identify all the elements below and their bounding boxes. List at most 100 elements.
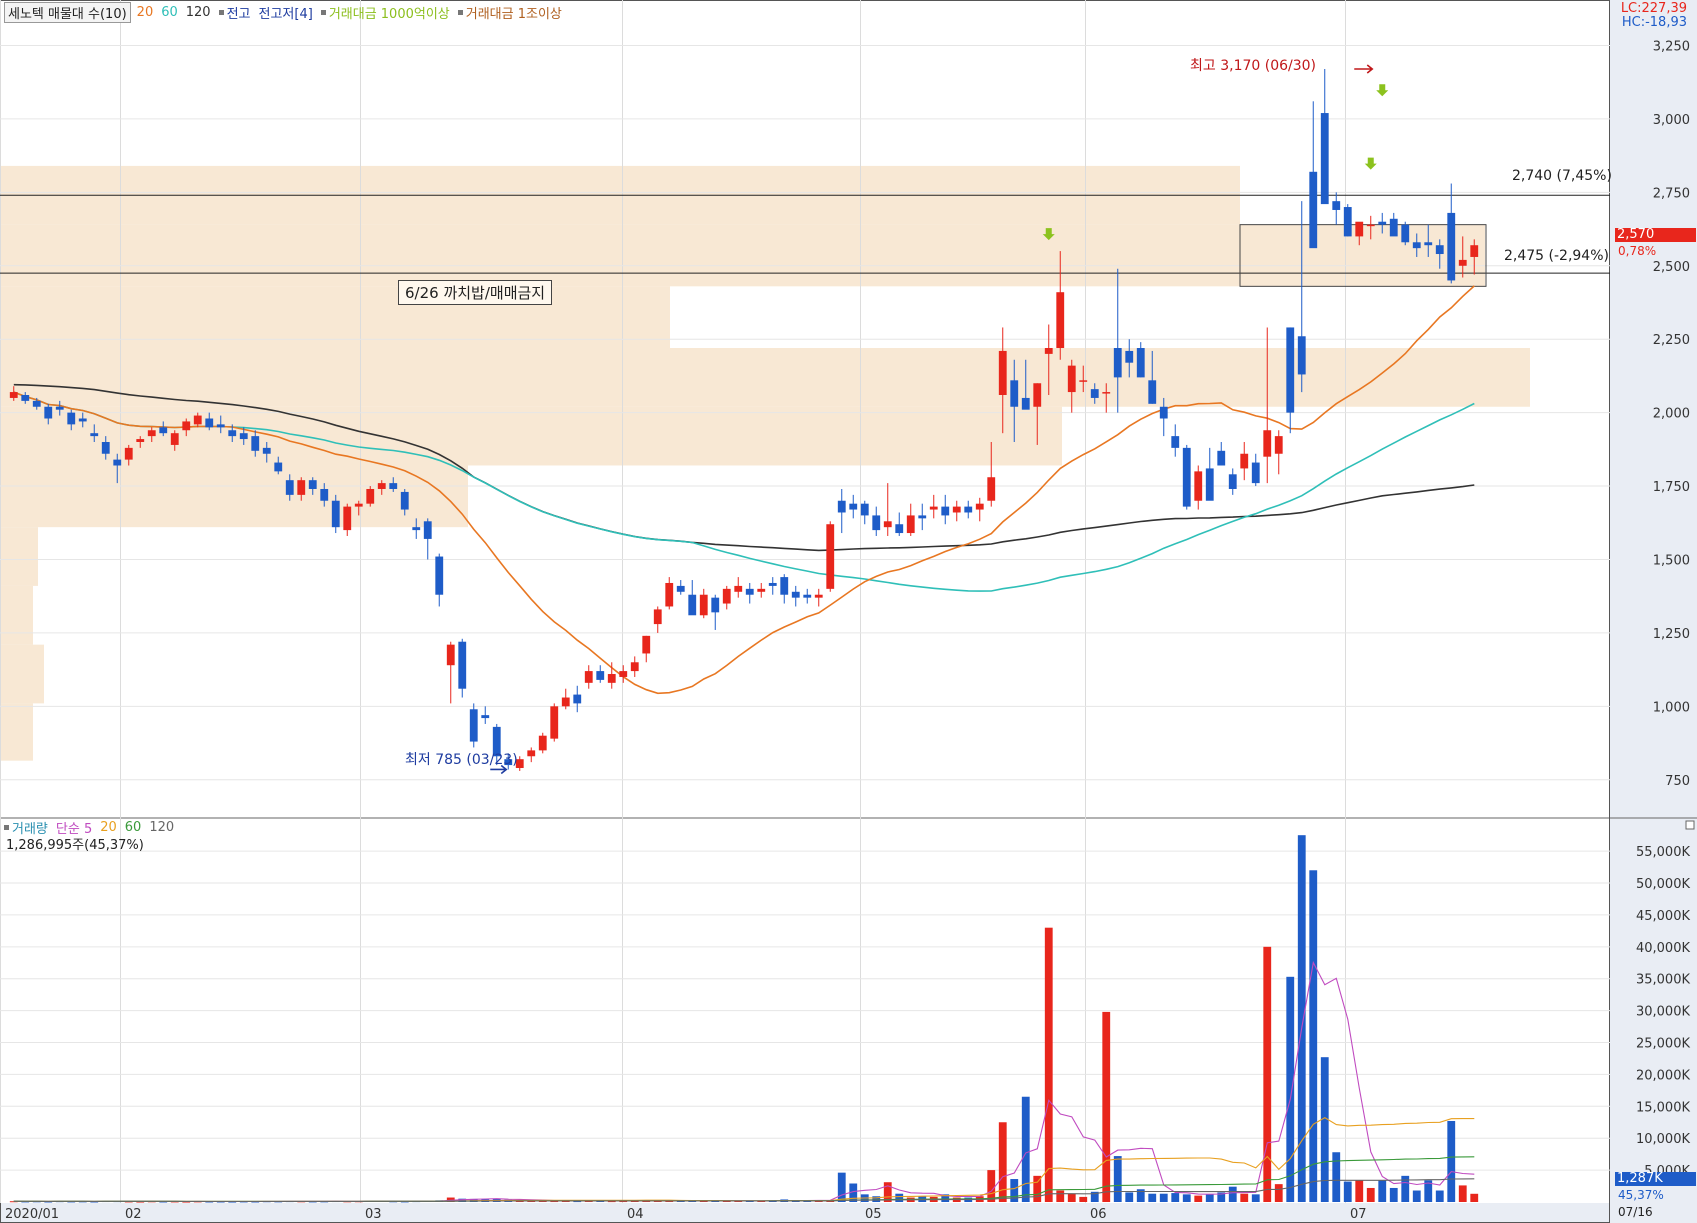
candle-body xyxy=(193,415,202,425)
legend-marker-icon xyxy=(4,825,9,830)
candle-body xyxy=(1102,392,1111,394)
volume-bar xyxy=(1228,1186,1237,1202)
candle-body xyxy=(883,521,892,528)
candle-body xyxy=(688,594,697,616)
candle-body xyxy=(1090,389,1099,398)
volume-bar xyxy=(1044,927,1053,1202)
legend-vol-ma20[interactable]: 20 xyxy=(100,820,117,835)
volume-profile-zone xyxy=(0,224,1485,287)
volume-bar xyxy=(837,1172,846,1202)
note-box[interactable]: 6/26 까치밥/매매금지 xyxy=(398,280,553,305)
legend-value-1tril[interactable]: 거래대금 1조이상 xyxy=(466,3,562,22)
legend-high-low[interactable]: 전고 xyxy=(227,3,251,22)
volume-bar xyxy=(895,1193,904,1202)
volume-bar xyxy=(1378,1180,1387,1202)
candle-body xyxy=(561,697,570,707)
candle-body xyxy=(814,594,823,598)
candle-body xyxy=(343,506,352,531)
candle-body xyxy=(1470,245,1479,257)
legend-vol-ma120[interactable]: 120 xyxy=(149,820,174,835)
volume-bar xyxy=(987,1170,996,1202)
price-tick-label: 1,000 xyxy=(1653,700,1690,715)
price-tick-label: 1,250 xyxy=(1653,627,1690,642)
legend-high-low-4[interactable]: 전고저[4] xyxy=(259,3,313,22)
legend-vol-ma60[interactable]: 60 xyxy=(125,820,142,835)
legend-ma60[interactable]: 60 xyxy=(161,5,178,20)
volume-bar xyxy=(1458,1185,1467,1202)
candle-body xyxy=(607,674,616,683)
candle-body xyxy=(1343,207,1352,237)
candle-body xyxy=(412,527,421,531)
volume-tick-label: 45,000K xyxy=(1636,909,1690,924)
volume-tick-label: 25,000K xyxy=(1636,1037,1690,1052)
low-label: 최저 785 (03/23) xyxy=(405,752,518,768)
legend-ma20[interactable]: 20 xyxy=(137,5,154,20)
candle-body xyxy=(1297,336,1306,375)
candle-body xyxy=(665,582,674,607)
candle-body xyxy=(354,503,363,507)
candle-body xyxy=(1125,350,1134,363)
legend-value-1000[interactable]: 거래대금 1000억이상 xyxy=(329,3,450,22)
volume-bar xyxy=(1125,1192,1134,1202)
candle-body xyxy=(32,400,41,407)
stock-chart: 3,250 3,000 2,750 2,500 2,250 2,000 1,750 1,500… xyxy=(0,0,1697,1223)
current-volume-pct: 45,37% xyxy=(1618,1188,1664,1202)
candle-body xyxy=(527,750,536,757)
price-tick-label: 2,000 xyxy=(1653,407,1690,422)
candle-body xyxy=(274,462,283,472)
candle-body xyxy=(803,594,812,598)
candle-body xyxy=(1320,113,1329,205)
candle-body xyxy=(1412,242,1421,249)
legend-ma120[interactable]: 120 xyxy=(186,5,211,20)
candle-body xyxy=(9,392,18,398)
candle-body xyxy=(1274,436,1283,454)
candle-body xyxy=(745,588,754,595)
volume-tick-label: 35,000K xyxy=(1636,973,1690,988)
volume-tick-label: 10,000K xyxy=(1636,1132,1690,1147)
candle-body xyxy=(1251,462,1260,484)
volume-bar xyxy=(1343,1181,1352,1202)
date-axis-panel xyxy=(0,1203,1610,1223)
candle-body xyxy=(619,671,628,677)
candle-body xyxy=(1182,447,1191,507)
indicator-title[interactable]: 세노텍 매물대 수(10) xyxy=(4,2,131,23)
candle-body xyxy=(1079,380,1088,382)
volume-bar xyxy=(1194,1195,1203,1202)
candle-body xyxy=(941,506,950,516)
volume-profile-zone xyxy=(0,527,38,586)
volume-bar xyxy=(1447,1120,1456,1202)
candle-body xyxy=(964,506,973,513)
volume-current: 1,286,995주(45,37%) xyxy=(6,838,144,853)
candle-body xyxy=(389,483,398,489)
volume-bar xyxy=(1056,1190,1065,1202)
candle-body xyxy=(1355,221,1364,237)
candle-body xyxy=(44,406,53,419)
candle-body xyxy=(1228,474,1237,489)
candle-body xyxy=(1113,348,1122,378)
candle-body xyxy=(481,715,490,719)
date-tick-label: 03 xyxy=(365,1207,382,1222)
candle-body xyxy=(918,515,927,519)
volume-bar xyxy=(1240,1193,1249,1202)
volume-profile-zone xyxy=(0,585,33,645)
candle-body xyxy=(1033,383,1042,407)
volume-bar xyxy=(1251,1194,1260,1202)
volume-profile-zone xyxy=(0,406,1062,466)
candle-body xyxy=(239,433,248,440)
candle-body xyxy=(1447,212,1456,281)
candle-body xyxy=(400,491,409,510)
candle-body xyxy=(929,506,938,510)
candle-body xyxy=(630,662,639,672)
candle-body xyxy=(159,427,168,434)
volume-tick-label: 20,000K xyxy=(1636,1068,1690,1083)
candle-body xyxy=(366,488,375,504)
candle-body xyxy=(596,671,605,680)
candle-body xyxy=(699,594,708,616)
candle-body xyxy=(1010,380,1019,407)
candle-body xyxy=(906,515,915,534)
price-tick-label: 1,750 xyxy=(1653,480,1690,495)
current-price-tag: 2,570 xyxy=(1615,228,1696,242)
candle-body xyxy=(768,582,777,586)
candle-body xyxy=(113,459,122,466)
axis-end-date: 07/16 xyxy=(1618,1205,1653,1219)
